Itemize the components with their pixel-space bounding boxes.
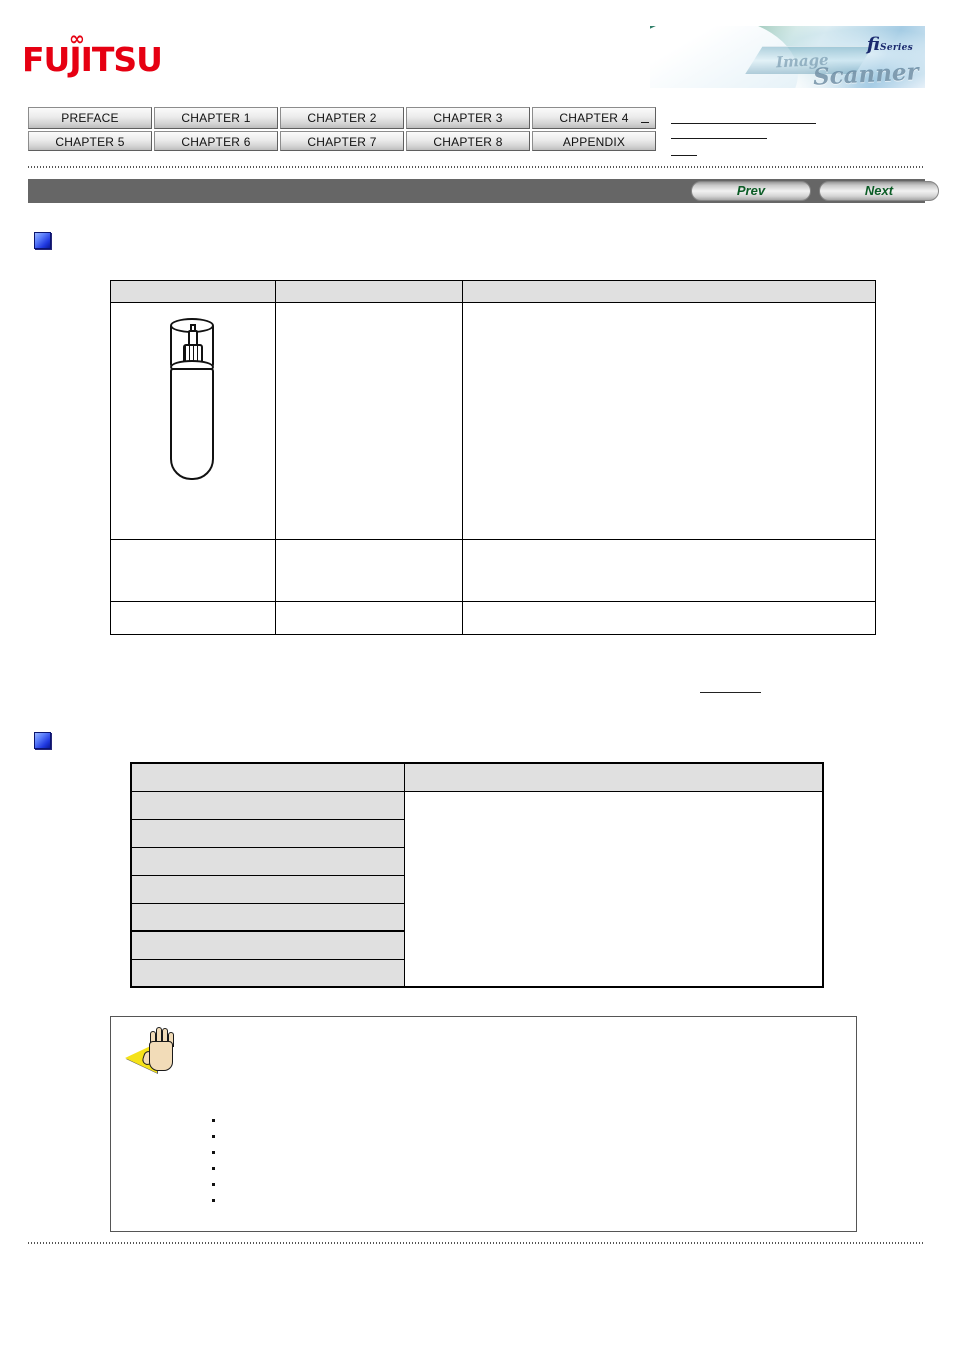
nav-tab-chapter-3[interactable]: CHAPTER 3 — [406, 107, 530, 129]
caution-hand-icon — [125, 1027, 187, 1077]
list-item — [100, 1160, 720, 1176]
table-header-row — [130, 762, 824, 792]
bottle-body — [170, 368, 214, 480]
table2-header-value — [403, 762, 824, 792]
blue-square-bullet-icon — [34, 232, 51, 249]
nav-tab-appendix[interactable]: APPENDIX — [532, 131, 656, 151]
spec-label-cell — [130, 874, 405, 904]
spec-label-cell — [130, 790, 405, 820]
caution-bullet-list — [100, 1112, 720, 1208]
fujitsu-wordmark: FUJITSU — [22, 40, 163, 79]
table-row — [110, 302, 876, 540]
consumable-desc-cell — [462, 302, 876, 540]
spec-value-cell — [403, 790, 824, 988]
prev-button[interactable]: Prev — [691, 181, 811, 201]
table-header-row — [110, 280, 876, 303]
table1-header-col2 — [275, 280, 463, 303]
table1-header-col1 — [110, 280, 276, 303]
header-link-2[interactable] — [671, 138, 767, 139]
manual-page: ∞ FUJITSU Image Scanner fiSeries PREFACE… — [0, 0, 954, 1351]
footer-divider — [28, 1242, 925, 1244]
nav-tab-chapter-8[interactable]: CHAPTER 8 — [406, 131, 530, 151]
list-item — [100, 1128, 720, 1144]
list-item — [100, 1112, 720, 1128]
header-link-3[interactable] — [671, 155, 697, 156]
page-toolbar: Prev Next — [28, 179, 939, 203]
consumable-name-cell — [275, 302, 463, 540]
nav-tab-chapter-7[interactable]: CHAPTER 7 — [280, 131, 404, 151]
chapter-nav: PREFACE CHAPTER 1 CHAPTER 2 CHAPTER 3 CH… — [28, 107, 656, 151]
consumable-image-cell — [110, 302, 276, 540]
table-row — [110, 539, 876, 602]
consumable-desc-cell — [462, 539, 876, 602]
list-item — [100, 1176, 720, 1192]
blue-square-bullet-icon — [34, 732, 51, 749]
next-button[interactable]: Next — [819, 181, 939, 201]
nav-tab-chapter-5[interactable]: CHAPTER 5 — [28, 131, 152, 151]
banner-series-text: Series — [880, 43, 913, 53]
spec-label-cell — [130, 846, 405, 876]
banner-scanner-word: Scanner — [812, 58, 920, 88]
consumable-desc-cell — [462, 601, 876, 635]
nav-tab-preface[interactable]: PREFACE — [28, 107, 152, 129]
list-item — [100, 1192, 720, 1208]
list-item — [100, 1144, 720, 1160]
consumable-image-cell — [110, 601, 276, 635]
table-row — [110, 601, 876, 635]
fujitsu-logo: ∞ FUJITSU — [22, 30, 163, 82]
table2-header-label — [130, 762, 405, 792]
consumables-table — [110, 280, 876, 635]
table1-header-col3 — [462, 280, 876, 303]
fi-series-banner-image: Image Scanner fiSeries — [650, 26, 925, 88]
specification-table — [130, 762, 824, 988]
fujitsu-infinity-mark: ∞ — [69, 28, 85, 50]
spec-label-cell — [130, 958, 405, 988]
banner-fi-text: fi — [866, 34, 881, 55]
table-row — [130, 790, 824, 988]
hand-palm — [149, 1041, 173, 1071]
cleaner-spray-bottle-icon — [164, 318, 222, 482]
spec-label-cell — [130, 902, 405, 932]
header-link-1[interactable] — [671, 123, 816, 124]
consumable-name-cell — [275, 601, 463, 635]
spec-label-cell — [130, 930, 405, 960]
consumable-name-cell — [275, 539, 463, 602]
spec-label-cell — [130, 818, 405, 848]
nav-tab-chapter-2[interactable]: CHAPTER 2 — [280, 107, 404, 129]
banner-fi-series-mark: fiSeries — [867, 36, 913, 57]
consumable-image-cell — [110, 539, 276, 602]
nav-tab-chapter-4[interactable]: CHAPTER 4 — [532, 107, 656, 129]
nav-connector-dash — [641, 122, 649, 123]
cross-reference-link[interactable] — [700, 692, 761, 693]
header-divider — [28, 166, 925, 168]
nav-tab-chapter-6[interactable]: CHAPTER 6 — [154, 131, 278, 151]
nav-tab-chapter-1[interactable]: CHAPTER 1 — [154, 107, 278, 129]
